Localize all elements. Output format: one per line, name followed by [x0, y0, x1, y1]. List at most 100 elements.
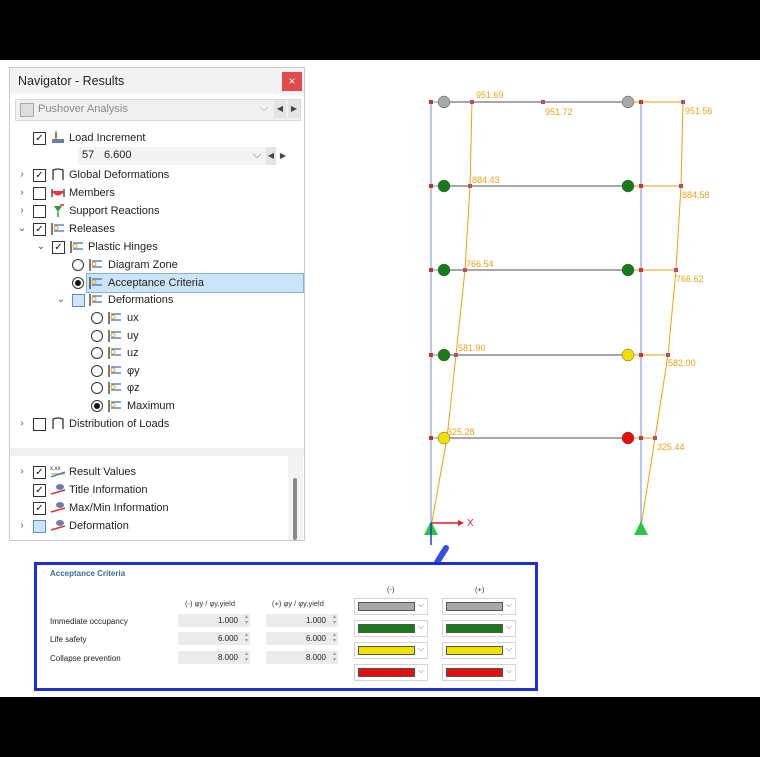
color-dropdown-positive[interactable]: ⌵: [442, 598, 516, 615]
chevron-right-icon[interactable]: ›: [17, 517, 27, 535]
limit-input-positive[interactable]: 1.000 ▴ ▾: [266, 614, 338, 627]
support-reactions-icon: [54, 204, 64, 217]
chevron-down-icon: ⌵: [417, 666, 424, 675]
checkbox[interactable]: [33, 187, 46, 200]
close-button[interactable]: ×: [282, 72, 302, 91]
radio-button[interactable]: [72, 277, 84, 289]
color-dropdown-negative[interactable]: ⌵: [354, 664, 428, 681]
analysis-type-dropdown[interactable]: Pushover Analysis ⌵ ◀ ▶: [15, 99, 301, 121]
checkbox[interactable]: ✓: [52, 241, 65, 254]
color-dropdown-negative[interactable]: ⌵: [354, 620, 428, 637]
info-icon: [50, 520, 66, 531]
tree-item-diagram-zone[interactable]: Diagram Zone: [10, 256, 300, 274]
structure-view[interactable]: X 951.69 951.72 951.56 884.43 884.58 766…: [410, 80, 740, 545]
checkbox[interactable]: ✓: [33, 466, 46, 479]
checkbox[interactable]: ✓: [33, 502, 46, 515]
tree-item-releases[interactable]: ⌄ ✓ Releases: [10, 220, 300, 238]
chevron-right-icon[interactable]: ›: [17, 184, 27, 202]
tree-item-title-information[interactable]: ✓ Title Information: [10, 481, 290, 499]
limit-input-negative[interactable]: 1.000 ▴ ▾: [178, 614, 250, 627]
spinner-icon[interactable]: ▴ ▾: [245, 632, 248, 644]
radio-button[interactable]: [91, 400, 103, 412]
tree-item-phiz[interactable]: φz: [10, 379, 300, 397]
limit-input-positive[interactable]: 8.000 ▴ ▾: [266, 651, 338, 664]
deformation-component-icon: [108, 347, 121, 359]
radio-button[interactable]: [91, 312, 103, 324]
info-icon: [50, 484, 66, 495]
tree-item-uy[interactable]: uy: [10, 327, 300, 345]
tree-item-load-increment[interactable]: ✓ Load Increment: [10, 129, 300, 147]
tree-item-ux[interactable]: ux: [10, 309, 300, 327]
deformation-component-icon: [108, 365, 121, 377]
chevron-right-icon[interactable]: ›: [17, 415, 27, 433]
tree-item-uz[interactable]: uz: [10, 344, 300, 362]
checkbox[interactable]: ✓: [33, 132, 46, 145]
tree-label: Max/Min Information: [69, 502, 169, 514]
radio-button[interactable]: [91, 330, 103, 342]
spinner-icon[interactable]: ▴ ▾: [333, 614, 336, 626]
spinner-icon[interactable]: ▴ ▾: [333, 632, 336, 644]
color-dropdown-positive[interactable]: ⌵: [442, 642, 516, 659]
tree-item-result-values[interactable]: › ✓ x.xx Result Values: [10, 463, 290, 481]
increment-index: 57: [82, 149, 95, 161]
info-icon: [50, 502, 66, 513]
result-values-icon: x.xx: [50, 466, 66, 478]
tree-item-maximum[interactable]: Maximum: [10, 397, 300, 415]
tree-item-support-reactions[interactable]: › Support Reactions: [10, 202, 300, 220]
color-dropdown-positive[interactable]: ⌵: [442, 664, 516, 681]
checkbox[interactable]: [72, 294, 85, 307]
checkbox[interactable]: [33, 418, 46, 431]
tree-item-members[interactable]: › Members: [10, 184, 300, 202]
tree-item-distribution-of-loads[interactable]: › Distribution of Loads: [10, 415, 300, 433]
chevron-right-icon[interactable]: ›: [17, 463, 27, 481]
tree-item-maxmin-information[interactable]: ✓ Max/Min Information: [10, 499, 290, 517]
next-arrow-button[interactable]: ▶: [278, 147, 288, 165]
checkbox[interactable]: [33, 205, 46, 218]
checkbox[interactable]: ✓: [33, 484, 46, 497]
limit-input-negative[interactable]: 8.000 ▴ ▾: [178, 651, 250, 664]
spinner-icon[interactable]: ▴ ▾: [245, 651, 248, 663]
chevron-down-icon: ⌵: [505, 644, 512, 653]
checkbox[interactable]: ✓: [33, 169, 46, 182]
panel-title: Acceptance Criteria: [50, 569, 126, 578]
checkbox[interactable]: [33, 520, 46, 533]
radio-button[interactable]: [91, 382, 103, 394]
navigator-divider[interactable]: [10, 448, 304, 456]
previous-arrow-button[interactable]: ◀: [274, 100, 286, 118]
tree-label: uy: [127, 330, 139, 342]
color-dropdown-negative[interactable]: ⌵: [354, 598, 428, 615]
previous-arrow-button[interactable]: ◀: [266, 147, 276, 165]
radio-button[interactable]: [91, 347, 103, 359]
chevron-right-icon[interactable]: ›: [17, 166, 27, 184]
hinge-marker: [621, 179, 635, 193]
chevron-down-icon[interactable]: ⌄: [36, 238, 46, 256]
color-swatch: [358, 602, 415, 611]
next-arrow-button[interactable]: ▶: [288, 100, 300, 118]
hinge-marker: [437, 179, 451, 193]
tree-item-deformation[interactable]: › Deformation: [10, 517, 290, 535]
load-increment-selector[interactable]: 57 6.600 ⌵ ◀ ▶: [78, 147, 286, 165]
tree-item-phiy[interactable]: φy: [10, 362, 300, 380]
tree-item-plastic-hinges[interactable]: ⌄ ✓ Plastic Hinges: [10, 238, 300, 256]
checkbox[interactable]: ✓: [33, 223, 46, 236]
chevron-down-icon: ⌵: [253, 149, 262, 161]
chevron-down-icon[interactable]: ⌄: [56, 291, 66, 309]
chevron-down-icon[interactable]: ⌄: [17, 220, 27, 238]
load-increment-icon: [52, 131, 64, 143]
support-icon: [634, 521, 648, 535]
acceptance-criteria-panel: Acceptance Criteria (-) (+) (-) φy / φy,…: [34, 562, 538, 691]
tree-label: uz: [127, 347, 139, 359]
spinner-icon[interactable]: ▴ ▾: [333, 651, 336, 663]
tree-item-global-deformations[interactable]: › ✓ Global Deformations: [10, 166, 300, 184]
spinner-icon[interactable]: ▴ ▾: [245, 614, 248, 626]
limit-input-positive[interactable]: 6.000 ▴ ▾: [266, 632, 338, 645]
navigator-title: Navigator - Results: [18, 74, 125, 88]
color-dropdown-negative[interactable]: ⌵: [354, 642, 428, 659]
limit-input-negative[interactable]: 6.000 ▴ ▾: [178, 632, 250, 645]
tree-item-deformations[interactable]: ⌄ Deformations: [10, 291, 300, 309]
chevron-right-icon[interactable]: ›: [17, 202, 27, 220]
color-dropdown-positive[interactable]: ⌵: [442, 620, 516, 637]
scrollbar-thumb[interactable]: [293, 478, 297, 540]
radio-button[interactable]: [72, 259, 84, 271]
radio-button[interactable]: [91, 365, 103, 377]
